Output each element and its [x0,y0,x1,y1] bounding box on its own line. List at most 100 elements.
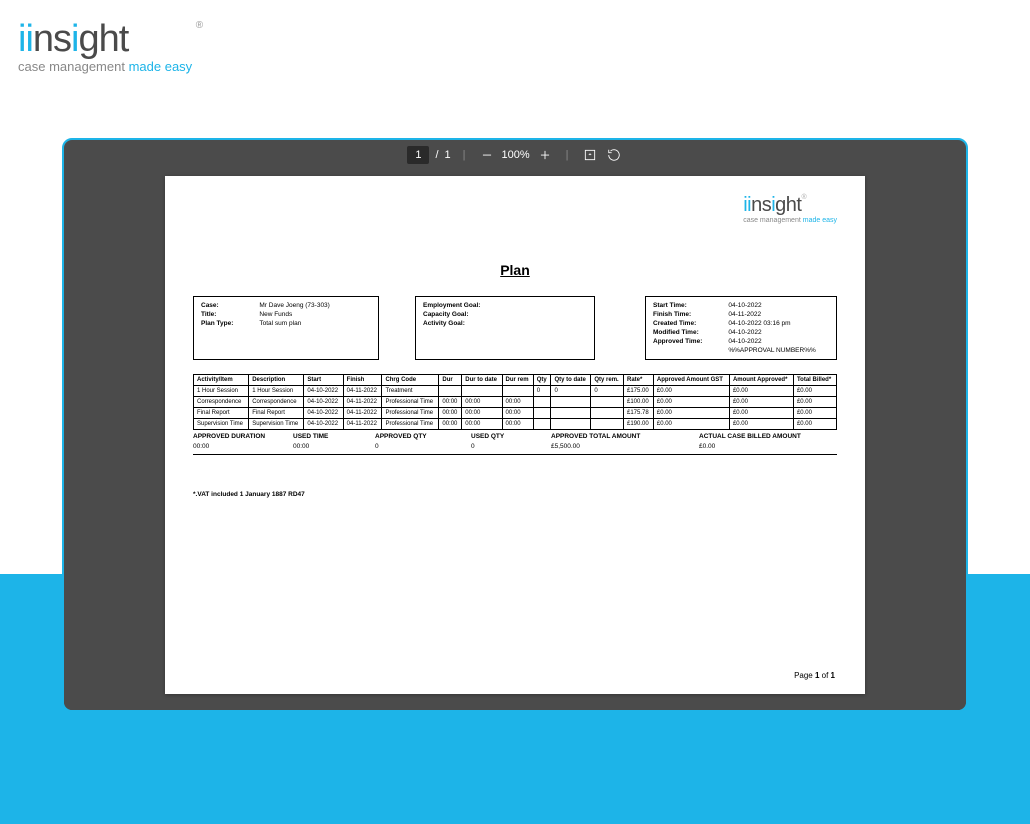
table-cell: 04-11-2022 [343,419,382,430]
table-cell: Correspondence [194,397,249,408]
fit-page-button[interactable] [581,146,599,164]
table-cell: £0.00 [653,386,729,397]
table-cell: Professional Time [382,397,439,408]
table-cell [551,408,591,419]
table-cell: 00:00 [502,397,533,408]
table-header: Activity/Item [194,375,249,386]
table-cell: £100.00 [623,397,653,408]
table-cell: Supervision Time [194,419,249,430]
table-cell [533,419,551,430]
table-cell: £175.78 [623,408,653,419]
table-cell [533,408,551,419]
page-input[interactable] [407,146,429,164]
table-row: CorrespondenceCorrespondence04-10-202204… [194,397,837,408]
table-cell: £0.00 [729,419,793,430]
zoom-out-button[interactable] [478,146,496,164]
zoom-level: 100% [502,149,530,161]
document-title: Plan [193,262,837,278]
table-cell: 04-10-2022 [304,419,343,430]
pdf-toolbar: / 1 | 100% | [64,140,966,170]
table-cell: 1 Hour Session [194,386,249,397]
table-row: Supervision TimeSupervision Time04-10-20… [194,419,837,430]
table-cell: 0 [533,386,551,397]
table-cell: 00:00 [439,419,462,430]
table-cell: 00:00 [502,419,533,430]
table-row: 1 Hour Session1 Hour Session04-10-202204… [194,386,837,397]
table-header: Dur [439,375,462,386]
table-header: Dur to date [462,375,502,386]
table-cell: 04-11-2022 [343,397,382,408]
table-cell: £175.00 [623,386,653,397]
table-header: Amount Approved* [729,375,793,386]
page-brand-logo: iinsight® case management made easy [743,194,837,224]
table-header: Qty [533,375,551,386]
table-cell: £0.00 [653,408,729,419]
plan-table: Activity/ItemDescriptionStartFinishChrg … [193,374,837,430]
table-cell: 0 [591,386,624,397]
table-header: Total Billed* [793,375,836,386]
table-header: Description [249,375,304,386]
table-cell: Final Report [249,408,304,419]
table-cell [533,397,551,408]
table-cell [502,386,533,397]
zoom-in-button[interactable] [536,146,554,164]
table-cell: 04-11-2022 [343,408,382,419]
table-cell: 1 Hour Session [249,386,304,397]
pdf-viewer-frame: / 1 | 100% | iinsight® case management m… [62,138,968,712]
table-row: Final ReportFinal Report04-10-202204-11-… [194,408,837,419]
table-cell: £0.00 [729,386,793,397]
table-cell: £0.00 [653,397,729,408]
table-cell [551,419,591,430]
table-cell [591,408,624,419]
meta-row: Case:Mr Dave Joeng (73-303) Title:New Fu… [193,296,837,360]
table-cell: 04-10-2022 [304,408,343,419]
table-cell: £0.00 [793,397,836,408]
table-cell: £190.00 [623,419,653,430]
table-cell: 04-11-2022 [343,386,382,397]
table-cell [551,397,591,408]
table-cell: 00:00 [462,408,502,419]
document-page: iinsight® case management made easy Plan… [165,176,865,694]
page-separator: / [435,149,438,161]
table-header: Qty rem. [591,375,624,386]
table-cell: 00:00 [462,397,502,408]
meta-box-goals: Employment Goal: Capacity Goal: Activity… [415,296,595,360]
table-header: Rate* [623,375,653,386]
table-cell: Supervision Time [249,419,304,430]
footnote: *.VAT included 1 January 1887 RD47 [193,491,837,498]
meta-box-case: Case:Mr Dave Joeng (73-303) Title:New Fu… [193,296,379,360]
table-cell: £0.00 [653,419,729,430]
table-cell: £0.00 [793,386,836,397]
table-cell [591,419,624,430]
brand-logo: iinsight® case management made easy [18,18,192,74]
table-cell: Professional Time [382,419,439,430]
table-cell: Final Report [194,408,249,419]
table-cell [591,397,624,408]
rotate-button[interactable] [605,146,623,164]
table-header: Finish [343,375,382,386]
table-cell: £0.00 [729,408,793,419]
table-cell: Treatment [382,386,439,397]
table-cell: Professional Time [382,408,439,419]
table-cell: £0.00 [793,419,836,430]
table-cell [439,386,462,397]
table-header: Qty to date [551,375,591,386]
table-header: Dur rem [502,375,533,386]
table-cell: £0.00 [729,397,793,408]
totals-row: APPROVED DURATION00:00 USED TIME00:00 AP… [193,430,837,455]
table-cell: 00:00 [502,408,533,419]
table-header: Chrg Code [382,375,439,386]
meta-box-times: Start Time:04-10-2022 Finish Time:04-11-… [645,296,837,360]
total-pages: 1 [445,149,451,161]
table-header: Approved Amount GST [653,375,729,386]
table-cell: £0.00 [793,408,836,419]
table-header: Start [304,375,343,386]
page-number: Page 1 of 1 [794,671,835,680]
table-cell: 00:00 [462,419,502,430]
table-cell: 04-10-2022 [304,386,343,397]
document-scroll-area[interactable]: iinsight® case management made easy Plan… [64,170,966,710]
table-cell [462,386,502,397]
table-cell: 0 [551,386,591,397]
table-cell: 00:00 [439,408,462,419]
table-cell: 00:00 [439,397,462,408]
